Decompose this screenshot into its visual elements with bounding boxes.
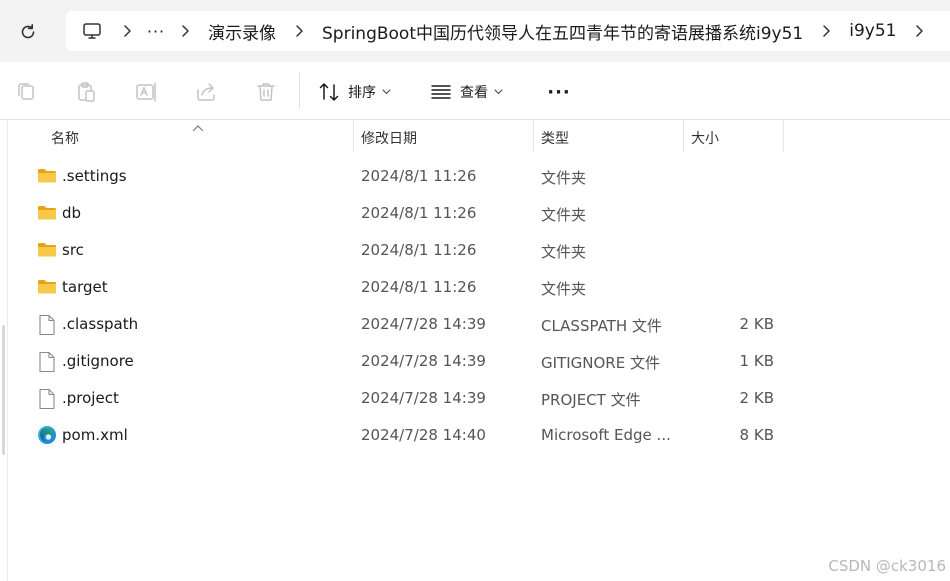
file-size: 1 KB — [739, 352, 774, 370]
file-name: .gitignore — [62, 352, 134, 370]
column-divider[interactable] — [533, 120, 534, 152]
chevron-right-icon[interactable] — [112, 24, 142, 38]
file-icon — [37, 314, 57, 336]
file-row[interactable]: db 2024/8/1 11:26 文件夹 — [0, 195, 950, 232]
column-divider[interactable] — [783, 120, 784, 152]
refresh-button[interactable] — [14, 18, 42, 46]
column-header-date[interactable]: 修改日期 — [361, 128, 417, 148]
file-modified-date: 2024/7/28 14:40 — [361, 426, 486, 444]
copy-icon[interactable] — [14, 80, 38, 104]
folder-icon — [37, 166, 57, 186]
file-row[interactable]: pom.xml 2024/7/28 14:40 Microsoft Edge ...… — [0, 417, 950, 454]
column-header-name[interactable]: 名称 — [51, 128, 79, 148]
file-type: GITIGNORE 文件 — [541, 354, 660, 372]
sort-label: 排序 — [348, 85, 376, 101]
file-type: 文件夹 — [541, 206, 587, 224]
file-type: 文件夹 — [541, 243, 587, 261]
refresh-icon — [21, 24, 35, 39]
file-modified-date: 2024/7/28 14:39 — [361, 315, 486, 333]
share-icon[interactable] — [194, 80, 218, 104]
file-name: .classpath — [62, 315, 139, 333]
sort-ascending-icon — [192, 120, 204, 136]
chevron-right-icon[interactable] — [811, 24, 841, 38]
breadcrumb-item[interactable]: SpringBoot中国历代领导人在五四青年节的寄语展播系统i9y51 — [314, 19, 811, 44]
sort-button[interactable]: 排序 — [318, 78, 391, 106]
paste-icon[interactable] — [74, 80, 98, 104]
file-row[interactable]: .gitignore 2024/7/28 14:39 GITIGNORE 文件 1 K… — [0, 343, 950, 380]
file-type: PROJECT 文件 — [541, 391, 641, 409]
column-divider[interactable] — [353, 120, 354, 152]
file-modified-date: 2024/8/1 11:26 — [361, 204, 477, 222]
delete-icon[interactable] — [254, 80, 278, 104]
view-label: 查看 — [460, 85, 488, 101]
column-header-type[interactable]: 类型 — [541, 128, 569, 148]
chevron-down-icon — [494, 89, 503, 95]
file-name: src — [62, 241, 84, 259]
file-modified-date: 2024/7/28 14:39 — [361, 389, 486, 407]
file-row[interactable]: .settings 2024/8/1 11:26 文件夹 — [0, 158, 950, 195]
view-button[interactable]: 查看 — [430, 78, 503, 106]
breadcrumb-item[interactable]: 演示录像 — [200, 19, 284, 44]
chevron-right-icon[interactable] — [284, 24, 314, 38]
breadcrumb-item[interactable]: i9y51 — [841, 21, 904, 41]
column-header-size[interactable]: 大小 — [691, 128, 719, 148]
file-name: target — [62, 278, 108, 296]
file-type: Microsoft Edge ... — [541, 426, 671, 444]
chevron-down-icon — [382, 89, 391, 95]
chevron-right-icon[interactable] — [904, 24, 934, 38]
file-modified-date: 2024/7/28 14:39 — [361, 352, 486, 370]
file-modified-date: 2024/8/1 11:26 — [361, 278, 477, 296]
file-row[interactable]: src 2024/8/1 11:26 文件夹 — [0, 232, 950, 269]
file-icon — [37, 351, 57, 373]
file-size: 2 KB — [739, 315, 774, 333]
file-modified-date: 2024/8/1 11:26 — [361, 167, 477, 185]
file-row[interactable]: target 2024/8/1 11:26 文件夹 — [0, 269, 950, 306]
file-size: 2 KB — [739, 389, 774, 407]
toolbar-divider — [299, 73, 300, 109]
more-options-button[interactable]: ··· — [544, 80, 574, 104]
rename-icon[interactable] — [134, 80, 158, 104]
chevron-right-icon[interactable] — [170, 24, 200, 38]
file-row[interactable]: .classpath 2024/7/28 14:39 CLASSPATH 文件 2 K… — [0, 306, 950, 343]
folder-icon — [37, 277, 57, 297]
file-name: pom.xml — [62, 426, 128, 444]
folder-icon — [37, 240, 57, 260]
column-divider[interactable] — [683, 120, 684, 152]
file-type: CLASSPATH 文件 — [541, 317, 662, 335]
file-type: 文件夹 — [541, 169, 587, 187]
file-row[interactable]: .project 2024/7/28 14:39 PROJECT 文件 2 KB — [0, 380, 950, 417]
file-modified-date: 2024/8/1 11:26 — [361, 241, 477, 259]
file-size: 8 KB — [739, 426, 774, 444]
file-name: .settings — [62, 167, 127, 185]
sort-icon — [319, 83, 339, 101]
command-bar: 排序 查看 ··· — [0, 62, 950, 120]
watermark: CSDN @ck3016 — [828, 557, 946, 575]
monitor-icon — [83, 23, 101, 39]
address-bar-area: ··· 演示录像 SpringBoot中国历代领导人在五四青年节的寄语展播系统i… — [0, 0, 950, 62]
column-header-row: 名称 修改日期 类型 大小 — [0, 120, 950, 152]
file-type: 文件夹 — [541, 280, 587, 298]
file-name: db — [62, 204, 82, 222]
breadcrumb-overflow-button[interactable]: ··· — [142, 22, 170, 41]
folder-icon — [37, 203, 57, 223]
more-options-label: ··· — [547, 81, 571, 103]
breadcrumb[interactable]: ··· 演示录像 SpringBoot中国历代领导人在五四青年节的寄语展播系统i… — [66, 11, 950, 51]
file-icon — [37, 388, 57, 410]
file-name: .project — [62, 389, 119, 407]
edge-icon — [37, 425, 57, 445]
this-pc-crumb[interactable] — [82, 21, 112, 41]
view-list-icon — [431, 85, 451, 99]
